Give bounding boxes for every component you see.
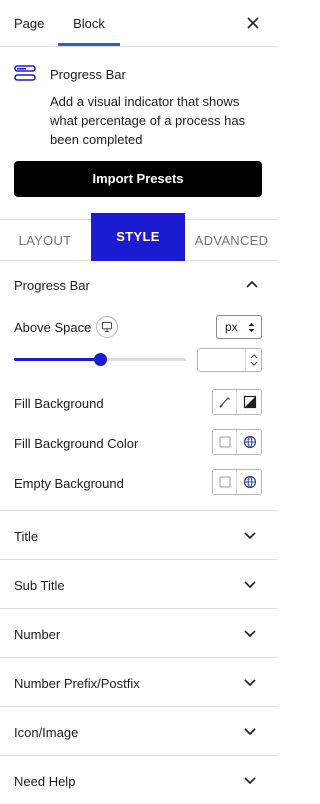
section-number-prefix-postfix[interactable]: Number Prefix/Postfix [0, 657, 278, 706]
section-label: Title [14, 529, 39, 544]
sidebar-header: Page Block [0, 0, 278, 47]
chevron-down-icon [244, 728, 256, 736]
block-name: Progress Bar [50, 67, 126, 82]
section-icon-image[interactable]: Icon/Image [0, 706, 278, 755]
block-card: Progress Bar Add a visual indicator that… [0, 47, 278, 219]
responsive-device-button[interactable] [96, 316, 118, 338]
block-description: Add a visual indicator that shows what p… [50, 94, 246, 147]
above-space-input[interactable] [197, 348, 262, 372]
progress-bar-block-icon [14, 65, 36, 81]
chevron-down-icon [244, 630, 256, 638]
section-label: Number Prefix/Postfix [14, 676, 140, 691]
section-title[interactable]: Title [0, 510, 278, 559]
fill-background-label: Fill Background [14, 396, 104, 411]
slider-fill [14, 358, 100, 361]
section-number[interactable]: Number [0, 608, 278, 657]
gradient-icon [243, 395, 257, 409]
empty-background-color-control [212, 469, 262, 495]
tab-block[interactable]: Block [58, 0, 120, 47]
tab-style[interactable]: STYLE [91, 213, 185, 261]
empty-background-label: Empty Background [14, 476, 124, 491]
globe-icon [243, 475, 257, 489]
settings-tabs: LAYOUT STYLE ADVANCED [0, 213, 278, 261]
fill-color-control [212, 429, 262, 455]
chevron-down-icon [244, 532, 256, 540]
import-presets-button[interactable]: Import Presets [14, 161, 262, 197]
brush-icon [219, 397, 230, 408]
active-tab-indicator [58, 43, 120, 46]
chevron-down-icon [244, 679, 256, 687]
chevron-up-icon [246, 280, 258, 288]
close-icon[interactable] [244, 14, 262, 32]
chevron-down-icon [244, 581, 256, 589]
unit-select[interactable]: px [216, 315, 262, 339]
section-sub-title[interactable]: Sub Title [0, 559, 278, 608]
globe-icon [243, 435, 257, 449]
swatch-empty-icon [219, 436, 231, 448]
number-spinner[interactable] [245, 349, 261, 371]
chevron-down-icon [244, 777, 256, 785]
tab-advanced[interactable]: ADVANCED [185, 220, 278, 261]
slider-thumb[interactable] [93, 353, 107, 366]
panel-title: Progress Bar [14, 278, 90, 293]
global-colors-button[interactable] [238, 430, 262, 454]
global-colors-button[interactable] [238, 470, 262, 494]
fill-background-color-label: Fill Background Color [14, 436, 139, 451]
color-swatch[interactable] [213, 430, 237, 454]
fill-background-type-group [212, 389, 262, 415]
unit-value: px [225, 320, 238, 334]
tab-page[interactable]: Page [14, 0, 44, 47]
progress-bar-panel-header[interactable]: Progress Bar [0, 262, 278, 308]
section-label: Icon/Image [14, 725, 79, 740]
classic-button[interactable] [213, 390, 237, 414]
section-label: Number [14, 627, 61, 642]
color-swatch[interactable] [213, 470, 237, 494]
section-label: Need Help [14, 774, 76, 789]
desktop-icon [101, 321, 113, 333]
spin-arrows-icon [250, 354, 258, 366]
section-label: Sub Title [14, 578, 65, 593]
tab-layout[interactable]: LAYOUT [0, 220, 90, 261]
section-need-help[interactable]: Need Help [0, 755, 278, 804]
select-arrows-icon [248, 323, 255, 332]
swatch-empty-icon [219, 476, 231, 488]
above-space-label: Above Space [14, 320, 92, 335]
gradient-button[interactable] [238, 390, 262, 414]
